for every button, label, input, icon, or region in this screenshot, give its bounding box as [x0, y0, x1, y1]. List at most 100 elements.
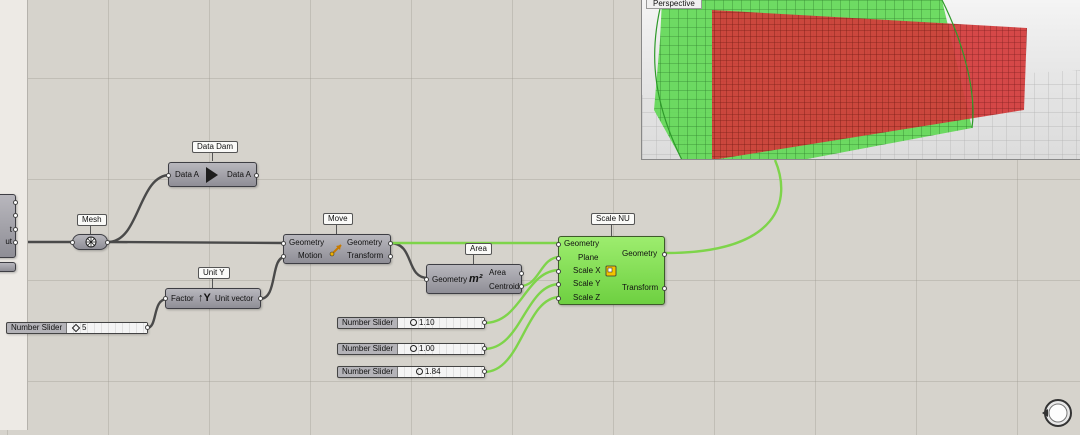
unit-y-input-label: Factor	[171, 294, 194, 303]
data-dam-play-icon	[206, 167, 218, 183]
move-arrow-icon	[329, 244, 342, 257]
area-output-grip-centroid[interactable]	[519, 284, 524, 289]
unit-y-output-label: Unit vector	[215, 294, 254, 303]
number-slider-scale-z[interactable]: Number Slider 1.84	[337, 366, 487, 378]
slider-output-grip[interactable]	[482, 320, 487, 325]
data-dam-input-label: Data A	[175, 170, 200, 179]
data-dam-input-grip[interactable]	[166, 173, 171, 178]
mesh-output-grip[interactable]	[105, 240, 110, 245]
scale-nu-icon	[605, 265, 617, 277]
mesh-icon	[85, 236, 97, 248]
wire-move-to-area	[389, 241, 429, 280]
number-slider-track[interactable]: 1.84	[398, 367, 484, 377]
slider-value: 1.10	[419, 318, 435, 327]
move-input-geometry-label: Geometry	[289, 238, 325, 247]
area-output-area-label: Area	[489, 268, 506, 277]
left-component-footer[interactable]	[0, 262, 16, 272]
scale-nu-input-grip-plane[interactable]	[556, 256, 561, 261]
slider-output-grip[interactable]	[145, 325, 150, 330]
area-component[interactable]: Geometry m² Area Centroid	[424, 264, 524, 294]
left-output-grip-1[interactable]	[13, 200, 18, 205]
number-slider-track[interactable]: 5	[67, 323, 147, 333]
slider-value: 1.84	[425, 367, 441, 376]
move-component[interactable]: Geometry Motion Geometry Transform	[281, 234, 393, 264]
move-tag: Move	[323, 213, 353, 225]
unit-y-icon: ↑Y	[198, 292, 211, 304]
number-slider-track[interactable]: 1.10	[398, 318, 484, 328]
viewport-label[interactable]: Perspective	[646, 0, 702, 9]
slider-value: 1.00	[419, 344, 435, 353]
slider-knob[interactable]	[410, 345, 417, 353]
mesh-param[interactable]	[70, 234, 110, 250]
scale-nu-component[interactable]: Geometry Plane Scale X Scale Y Scale Z G…	[556, 236, 667, 305]
scale-nu-input-scale-z-label: Scale Z	[573, 293, 601, 302]
mesh-input-grip[interactable]	[70, 240, 75, 245]
left-output-grip-2[interactable]	[13, 213, 18, 218]
unit-y-component[interactable]: Factor ↑Y Unit vector	[163, 288, 263, 309]
scale-nu-output-transform-label: Transform	[622, 283, 659, 292]
scale-nu-input-grip-scale-x[interactable]	[556, 269, 561, 274]
scale-nu-output-grip-geometry[interactable]	[662, 252, 667, 257]
scale-nu-input-grip-geometry[interactable]	[556, 242, 561, 247]
number-slider-track[interactable]: 1.00	[398, 344, 484, 354]
scale-nu-tag: Scale NU	[591, 213, 635, 225]
rhino-viewport[interactable]: Perspective	[641, 0, 1080, 160]
number-slider-scale-x[interactable]: Number Slider 1.10	[337, 317, 487, 329]
number-slider-scale-y[interactable]: Number Slider 1.00	[337, 343, 487, 355]
wire-slider-to-scalez	[483, 295, 561, 374]
scale-nu-input-scale-x-label: Scale X	[573, 266, 601, 275]
left-output-1-label: t	[9, 225, 12, 234]
move-output-grip-geometry[interactable]	[388, 241, 393, 246]
number-slider-label: Number Slider	[338, 367, 398, 377]
navigation-compass-icon[interactable]	[1040, 397, 1074, 429]
slider-output-grip[interactable]	[482, 346, 487, 351]
slider-diamond-knob[interactable]	[71, 323, 81, 333]
scale-nu-input-scale-y-label: Scale Y	[573, 279, 601, 288]
slider-value: 5	[82, 323, 87, 332]
data-dam-output-grip[interactable]	[254, 173, 259, 178]
area-icon: m²	[469, 273, 483, 285]
area-output-grip-area[interactable]	[519, 271, 524, 276]
scale-nu-output-geometry-label: Geometry	[622, 249, 658, 258]
wire-scalenu-to-viewport	[664, 159, 783, 255]
move-input-motion-label: Motion	[298, 251, 323, 260]
number-slider-label: Number Slider	[338, 344, 398, 354]
wire-unity-to-move	[259, 255, 286, 301]
number-slider-factor[interactable]: Number Slider 5	[6, 322, 150, 334]
scale-nu-output-grip-transform[interactable]	[662, 286, 667, 291]
move-output-transform-label: Transform	[347, 251, 384, 260]
mesh-tag: Mesh	[77, 214, 107, 226]
left-output-grip-4[interactable]	[13, 240, 18, 245]
area-output-centroid-label: Centroid	[489, 282, 520, 291]
slider-output-grip[interactable]	[482, 369, 487, 374]
number-slider-label: Number Slider	[338, 318, 398, 328]
move-input-grip-geometry[interactable]	[281, 241, 286, 246]
data-dam-output-label: Data A	[227, 170, 252, 179]
grasshopper-canvas[interactable]: t ut Data Dam Data A Data A Mesh Move Ge…	[0, 0, 1080, 435]
number-slider-label: Number Slider	[7, 323, 67, 333]
area-input-grip[interactable]	[424, 277, 429, 282]
scale-nu-input-plane-label: Plane	[578, 253, 599, 262]
wire-mesh-to-move	[107, 240, 286, 245]
unit-y-tag: Unit Y	[198, 267, 230, 279]
data-dam-tag: Data Dam	[192, 141, 239, 153]
move-output-geometry-label: Geometry	[347, 238, 383, 247]
left-output-2-label: ut	[5, 237, 12, 246]
wire-slider-to-unity	[146, 297, 168, 330]
unit-y-input-grip[interactable]	[163, 296, 168, 301]
left-output-grip-3[interactable]	[13, 227, 18, 232]
move-input-grip-motion[interactable]	[281, 254, 286, 259]
wire-mesh-to-datadam	[107, 173, 171, 244]
move-output-grip-transform[interactable]	[388, 254, 393, 259]
area-input-label: Geometry	[432, 275, 468, 284]
left-component[interactable]: t ut	[0, 194, 18, 258]
scale-nu-input-geometry-label: Geometry	[564, 239, 600, 248]
unit-y-output-grip[interactable]	[258, 296, 263, 301]
slider-knob[interactable]	[410, 319, 417, 327]
scale-nu-input-grip-scale-y[interactable]	[556, 282, 561, 287]
data-dam-component[interactable]: Data A Data A	[166, 162, 259, 187]
slider-knob[interactable]	[416, 368, 423, 376]
area-tag: Area	[465, 243, 492, 255]
viewport-render	[642, 0, 1080, 159]
scale-nu-input-grip-scale-z[interactable]	[556, 296, 561, 301]
